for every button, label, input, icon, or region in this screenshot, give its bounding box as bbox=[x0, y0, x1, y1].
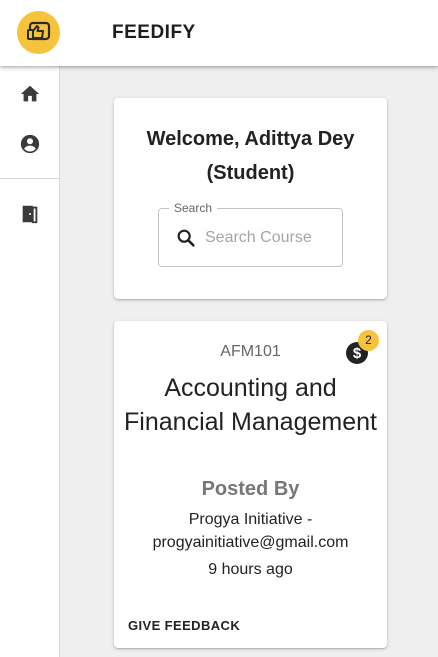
thumbs-up-message-icon bbox=[26, 21, 50, 40]
give-feedback-button[interactable]: GIVE FEEDBACK bbox=[120, 611, 248, 639]
course-card: AFM101 $ 2 Accounting and Financial Mana… bbox=[114, 321, 387, 648]
poster-info: Progya Initiative - progyainitiative@gma… bbox=[152, 511, 349, 551]
home-icon bbox=[20, 85, 40, 102]
search-field[interactable]: Search bbox=[158, 201, 343, 267]
course-title: Accounting and Financial Management bbox=[124, 374, 377, 436]
search-label: Search bbox=[169, 201, 218, 215]
sidebar bbox=[0, 66, 60, 657]
search-icon bbox=[177, 229, 195, 247]
welcome-heading: Welcome, Adittya Dey (Student) bbox=[146, 128, 355, 184]
sidebar-item-profile[interactable] bbox=[17, 131, 43, 157]
welcome-card: Welcome, Adittya Dey (Student) Search bbox=[114, 98, 387, 299]
payment-badge[interactable]: $ 2 bbox=[345, 330, 379, 365]
app-title: FEEDIFY bbox=[112, 22, 196, 43]
app-logo[interactable] bbox=[17, 11, 60, 54]
time-ago: 9 hours ago bbox=[208, 561, 293, 578]
sidebar-item-logout[interactable] bbox=[17, 201, 43, 227]
sidebar-item-home[interactable] bbox=[17, 81, 43, 107]
search-input[interactable] bbox=[205, 223, 335, 253]
account-circle-icon bbox=[20, 134, 40, 154]
sidebar-divider bbox=[0, 178, 60, 179]
exit-door-icon bbox=[22, 205, 38, 224]
badge-count: 2 bbox=[358, 330, 379, 351]
app-bar: FEEDIFY bbox=[0, 0, 438, 66]
posted-by-label: Posted By bbox=[201, 478, 300, 500]
